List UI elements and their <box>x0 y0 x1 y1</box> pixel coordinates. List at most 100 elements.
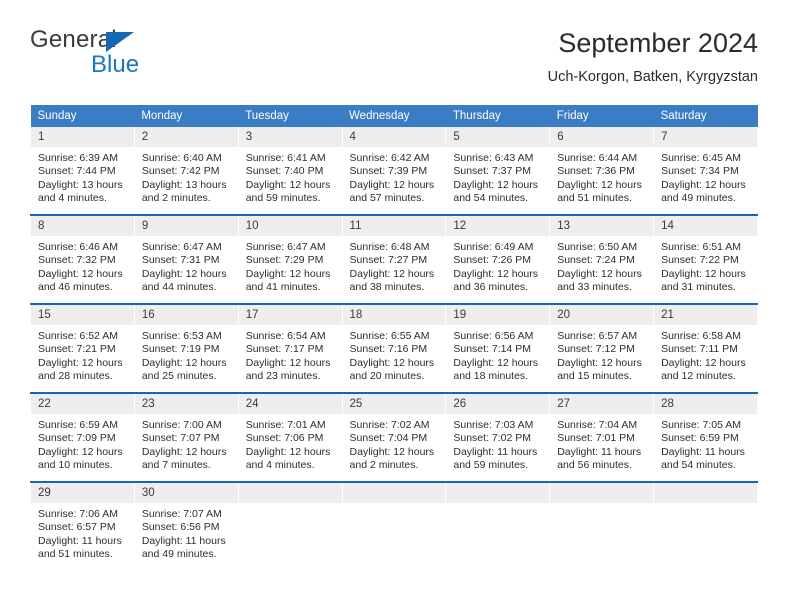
daylight-text: Daylight: 12 hours and 59 minutes. <box>245 178 331 205</box>
sunset-text: Sunset: 7:26 PM <box>453 254 532 267</box>
day-number: 29 <box>31 483 134 503</box>
page-title: September 2024 <box>558 28 758 58</box>
day-details: Sunrise: 6:47 AM Sunset: 7:31 PM Dayligh… <box>135 236 238 303</box>
day-cell[interactable]: 8 Sunrise: 6:46 AM Sunset: 7:32 PM Dayli… <box>30 214 135 304</box>
day-number: 19 <box>446 305 550 325</box>
day-cell[interactable]: 9 Sunrise: 6:47 AM Sunset: 7:31 PM Dayli… <box>133 214 239 304</box>
sunrise-text: Sunrise: 6:47 AM <box>245 241 326 253</box>
day-cell[interactable]: 15 Sunrise: 6:52 AM Sunset: 7:21 PM Dayl… <box>30 303 135 393</box>
title-block: September 2024 Uch-Korgon, Batken, Kyrgy… <box>548 26 758 88</box>
day-cell-empty <box>341 481 447 570</box>
day-cell[interactable]: 20 Sunrise: 6:57 AM Sunset: 7:12 PM Dayl… <box>549 303 655 393</box>
day-details: Sunrise: 6:53 AM Sunset: 7:19 PM Dayligh… <box>135 325 238 392</box>
sunset-text: Sunset: 7:14 PM <box>453 343 532 356</box>
week-row: 8 Sunrise: 6:46 AM Sunset: 7:32 PM Dayli… <box>30 214 758 304</box>
day-cell[interactable]: 28 Sunrise: 7:05 AM Sunset: 6:59 PM Dayl… <box>653 392 758 482</box>
sunrise-text: Sunrise: 7:04 AM <box>557 419 638 431</box>
day-details: Sunrise: 6:59 AM Sunset: 7:09 PM Dayligh… <box>31 414 134 481</box>
day-cell[interactable]: 30 Sunrise: 7:07 AM Sunset: 6:56 PM Dayl… <box>133 481 239 570</box>
day-number: 6 <box>550 127 654 147</box>
sunrise-text: Sunrise: 6:56 AM <box>453 330 534 342</box>
day-details: Sunrise: 7:01 AM Sunset: 7:06 PM Dayligh… <box>239 414 342 481</box>
day-details: Sunrise: 7:02 AM Sunset: 7:04 PM Dayligh… <box>343 414 446 481</box>
daylight-text: Daylight: 12 hours and 57 minutes. <box>349 178 435 205</box>
sunset-text: Sunset: 7:44 PM <box>38 165 116 178</box>
daylight-text: Daylight: 12 hours and 15 minutes. <box>557 356 642 383</box>
day-cell[interactable]: 17 Sunrise: 6:54 AM Sunset: 7:17 PM Dayl… <box>237 303 343 393</box>
day-cell[interactable]: 27 Sunrise: 7:04 AM Sunset: 7:01 PM Dayl… <box>549 392 655 482</box>
day-details: Sunrise: 7:06 AM Sunset: 6:57 PM Dayligh… <box>31 503 134 570</box>
day-number: 4 <box>342 127 446 147</box>
day-number <box>550 483 654 503</box>
sunset-text: Sunset: 7:37 PM <box>453 165 532 178</box>
day-cell[interactable]: 13 Sunrise: 6:50 AM Sunset: 7:24 PM Dayl… <box>549 214 655 304</box>
day-number: 25 <box>342 394 446 414</box>
daylight-text: Daylight: 12 hours and 7 minutes. <box>141 445 227 472</box>
day-cell[interactable]: 5 Sunrise: 6:43 AM Sunset: 7:37 PM Dayli… <box>445 127 551 215</box>
sunset-text: Sunset: 6:57 PM <box>38 521 116 534</box>
sunrise-text: Sunrise: 6:41 AM <box>245 152 326 164</box>
day-cell[interactable]: 11 Sunrise: 6:48 AM Sunset: 7:27 PM Dayl… <box>341 214 447 304</box>
day-cell[interactable]: 7 Sunrise: 6:45 AM Sunset: 7:34 PM Dayli… <box>653 127 758 215</box>
daylight-text: Daylight: 12 hours and 46 minutes. <box>38 267 123 294</box>
day-cell[interactable]: 6 Sunrise: 6:44 AM Sunset: 7:36 PM Dayli… <box>549 127 655 215</box>
day-cell[interactable]: 3 Sunrise: 6:41 AM Sunset: 7:40 PM Dayli… <box>237 127 343 215</box>
sunrise-text: Sunrise: 7:00 AM <box>141 419 222 431</box>
sunrise-text: Sunrise: 6:47 AM <box>141 241 222 253</box>
day-details: Sunrise: 7:03 AM Sunset: 7:02 PM Dayligh… <box>446 414 549 481</box>
day-cell[interactable]: 22 Sunrise: 6:59 AM Sunset: 7:09 PM Dayl… <box>30 392 135 482</box>
day-details: Sunrise: 7:07 AM Sunset: 6:56 PM Dayligh… <box>135 503 238 570</box>
day-number: 13 <box>550 216 654 236</box>
day-details: Sunrise: 7:00 AM Sunset: 7:07 PM Dayligh… <box>135 414 238 481</box>
day-cell[interactable]: 2 Sunrise: 6:40 AM Sunset: 7:42 PM Dayli… <box>133 127 239 215</box>
day-cell[interactable]: 1 Sunrise: 6:39 AM Sunset: 7:44 PM Dayli… <box>30 127 135 215</box>
day-details: Sunrise: 6:51 AM Sunset: 7:22 PM Dayligh… <box>654 236 757 303</box>
day-details: Sunrise: 6:44 AM Sunset: 7:36 PM Dayligh… <box>550 147 653 214</box>
weekday-header-wednesday: Wednesday <box>342 105 446 127</box>
day-cell[interactable]: 10 Sunrise: 6:47 AM Sunset: 7:29 PM Dayl… <box>237 214 343 304</box>
day-number: 3 <box>238 127 342 147</box>
sunset-text: Sunset: 7:06 PM <box>245 432 324 445</box>
sunrise-text: Sunrise: 6:40 AM <box>141 152 222 164</box>
day-cell[interactable]: 25 Sunrise: 7:02 AM Sunset: 7:04 PM Dayl… <box>341 392 447 482</box>
sunrise-text: Sunrise: 6:54 AM <box>245 330 326 342</box>
day-number: 16 <box>134 305 238 325</box>
week-row: 1 Sunrise: 6:39 AM Sunset: 7:44 PM Dayli… <box>30 127 758 215</box>
day-cell[interactable]: 23 Sunrise: 7:00 AM Sunset: 7:07 PM Dayl… <box>133 392 239 482</box>
sunrise-text: Sunrise: 7:07 AM <box>141 508 222 520</box>
day-cell[interactable]: 4 Sunrise: 6:42 AM Sunset: 7:39 PM Dayli… <box>341 127 447 215</box>
sunset-text: Sunset: 6:56 PM <box>141 521 220 534</box>
day-cell[interactable]: 12 Sunrise: 6:49 AM Sunset: 7:26 PM Dayl… <box>445 214 551 304</box>
day-details: Sunrise: 6:54 AM Sunset: 7:17 PM Dayligh… <box>239 325 342 392</box>
weekday-header-thursday: Thursday <box>445 105 550 127</box>
day-cell[interactable]: 26 Sunrise: 7:03 AM Sunset: 7:02 PM Dayl… <box>445 392 551 482</box>
sunrise-text: Sunrise: 6:48 AM <box>349 241 430 253</box>
calendar-body: 1 Sunrise: 6:39 AM Sunset: 7:44 PM Dayli… <box>30 127 758 570</box>
daylight-text: Daylight: 12 hours and 12 minutes. <box>661 356 746 383</box>
day-cell[interactable]: 16 Sunrise: 6:53 AM Sunset: 7:19 PM Dayl… <box>133 303 239 393</box>
day-details: Sunrise: 6:52 AM Sunset: 7:21 PM Dayligh… <box>31 325 134 392</box>
day-details: Sunrise: 6:45 AM Sunset: 7:34 PM Dayligh… <box>654 147 757 214</box>
sunset-text: Sunset: 7:36 PM <box>557 165 635 178</box>
weekday-header-tuesday: Tuesday <box>238 105 343 127</box>
day-details: Sunrise: 6:40 AM Sunset: 7:42 PM Dayligh… <box>135 147 238 214</box>
sunrise-text: Sunrise: 7:03 AM <box>453 419 534 431</box>
day-cell[interactable]: 19 Sunrise: 6:56 AM Sunset: 7:14 PM Dayl… <box>445 303 551 393</box>
day-number: 26 <box>446 394 550 414</box>
day-cell[interactable]: 18 Sunrise: 6:55 AM Sunset: 7:16 PM Dayl… <box>341 303 447 393</box>
sunrise-text: Sunrise: 6:53 AM <box>141 330 222 342</box>
daylight-text: Daylight: 12 hours and 36 minutes. <box>453 267 539 294</box>
day-cell[interactable]: 24 Sunrise: 7:01 AM Sunset: 7:06 PM Dayl… <box>237 392 343 482</box>
sunrise-text: Sunrise: 6:43 AM <box>453 152 534 164</box>
logo-text-blue: Blue <box>91 51 140 78</box>
sunrise-text: Sunrise: 6:51 AM <box>661 241 742 253</box>
daylight-text: Daylight: 12 hours and 51 minutes. <box>557 178 642 205</box>
day-cell[interactable]: 14 Sunrise: 6:51 AM Sunset: 7:22 PM Dayl… <box>653 214 758 304</box>
sunset-text: Sunset: 7:22 PM <box>661 254 739 267</box>
day-cell[interactable]: 21 Sunrise: 6:58 AM Sunset: 7:11 PM Dayl… <box>653 303 758 393</box>
day-details: Sunrise: 6:41 AM Sunset: 7:40 PM Dayligh… <box>239 147 342 214</box>
daylight-text: Daylight: 13 hours and 4 minutes. <box>38 178 123 205</box>
daylight-text: Daylight: 11 hours and 56 minutes. <box>557 445 642 472</box>
day-cell[interactable]: 29 Sunrise: 7:06 AM Sunset: 6:57 PM Dayl… <box>30 481 135 570</box>
sunset-text: Sunset: 7:11 PM <box>661 343 738 356</box>
